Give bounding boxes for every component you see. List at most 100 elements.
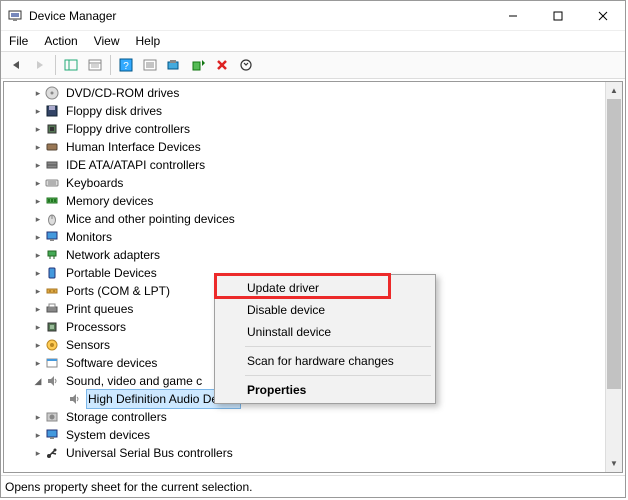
tree-node-label: Network adapters (64, 246, 162, 264)
usb-icon (44, 445, 60, 461)
tree-node-label: Sound, video and game c (64, 372, 204, 390)
chevron-right-icon[interactable]: ▸ (32, 354, 44, 372)
titlebar: Device Manager (1, 1, 625, 31)
tree-node[interactable]: ▸Memory devices (10, 192, 605, 210)
chevron-right-icon[interactable]: ▸ (32, 408, 44, 426)
floppy-icon (44, 103, 60, 119)
chevron-down-icon[interactable]: ◢ (32, 372, 44, 390)
menu-item-update-driver[interactable]: Update driver (217, 277, 433, 299)
scroll-down-button[interactable]: ▼ (606, 455, 622, 472)
tree-node-label: DVD/CD-ROM drives (64, 84, 181, 102)
menu-view[interactable]: View (94, 34, 120, 48)
menu-item-scan-hardware[interactable]: Scan for hardware changes (217, 350, 433, 372)
tree-node-label: IDE ATA/ATAPI controllers (64, 156, 207, 174)
tree-node-label: Universal Serial Bus controllers (64, 444, 235, 462)
menu-action[interactable]: Action (44, 34, 77, 48)
tree-node[interactable]: ▸ Mice and other pointing devices (10, 210, 605, 228)
menu-item-disable-device[interactable]: Disable device (217, 299, 433, 321)
chevron-right-icon[interactable]: ▸ (32, 318, 44, 336)
port-icon (44, 283, 60, 299)
close-button[interactable] (580, 1, 625, 30)
tree-node[interactable]: ▸ Human Interface Devices (10, 138, 605, 156)
menu-file[interactable]: File (9, 34, 28, 48)
tree-node[interactable]: ▸ Universal Serial Bus controllers (10, 444, 605, 462)
menubar: File Action View Help (1, 31, 625, 51)
vertical-scrollbar[interactable]: ▲ ▼ (605, 82, 622, 472)
disc-icon (44, 85, 60, 101)
tree-node[interactable]: ▸ System devices (10, 426, 605, 444)
tree-node-label: Monitors (64, 228, 114, 246)
update-driver-button[interactable] (187, 54, 209, 76)
menu-item-properties[interactable]: Properties (217, 379, 433, 401)
list-button[interactable] (139, 54, 161, 76)
chevron-right-icon[interactable]: ▸ (32, 192, 44, 210)
tree-node-label: Keyboards (64, 174, 125, 192)
chevron-right-icon[interactable]: ▸ (32, 120, 44, 138)
system-icon (44, 427, 60, 443)
ide-icon (44, 157, 60, 173)
chevron-right-icon[interactable]: ▸ (32, 264, 44, 282)
toolbar-separator (110, 55, 111, 75)
tree-node-label: Storage controllers (64, 408, 169, 426)
tree-node-label: Processors (64, 318, 128, 336)
tree-node[interactable]: ▸ Network adapters (10, 246, 605, 264)
tree-node-label: Ports (COM & LPT) (64, 282, 172, 300)
disable-button[interactable] (235, 54, 257, 76)
back-button[interactable] (5, 54, 27, 76)
maximize-button[interactable] (535, 1, 580, 30)
forward-button[interactable] (29, 54, 51, 76)
chevron-right-icon[interactable]: ▸ (32, 138, 44, 156)
chevron-right-icon[interactable]: ▸ (32, 228, 44, 246)
tree-node[interactable]: ▸ Storage controllers (10, 408, 605, 426)
sound-icon (66, 391, 82, 407)
tree-node[interactable]: ▸ Keyboards (10, 174, 605, 192)
chevron-right-icon[interactable]: ▸ (32, 426, 44, 444)
context-menu: Update driver Disable device Uninstall d… (214, 274, 436, 404)
show-hide-tree-button[interactable] (60, 54, 82, 76)
chevron-right-icon[interactable]: ▸ (32, 300, 44, 318)
menu-item-uninstall-device[interactable]: Uninstall device (217, 321, 433, 343)
cpu-icon (44, 319, 60, 335)
keyboard-icon (44, 175, 60, 191)
scroll-up-button[interactable]: ▲ (606, 82, 622, 99)
chevron-right-icon[interactable]: ▸ (32, 84, 44, 102)
memory-icon (44, 193, 60, 209)
tree-node-label: Software devices (64, 354, 159, 372)
tree-node[interactable]: ▸ Floppy disk drives (10, 102, 605, 120)
menu-separator (245, 346, 431, 347)
device-manager-window: Device Manager File Action View Help ? ▸… (0, 0, 626, 498)
sensor-icon (44, 337, 60, 353)
chevron-right-icon[interactable]: ▸ (32, 156, 44, 174)
tree-node[interactable]: ▸ Floppy drive controllers (10, 120, 605, 138)
storage-icon (44, 409, 60, 425)
menu-help[interactable]: Help (136, 34, 161, 48)
svg-text:?: ? (123, 61, 129, 72)
chevron-right-icon[interactable]: ▸ (32, 336, 44, 354)
minimize-button[interactable] (490, 1, 535, 30)
tree-node-label: System devices (64, 426, 152, 444)
printer-icon (44, 301, 60, 317)
tree-node[interactable]: ▸ DVD/CD-ROM drives (10, 84, 605, 102)
chevron-right-icon[interactable]: ▸ (32, 102, 44, 120)
tree-node-label: Human Interface Devices (64, 138, 203, 156)
toolbar: ? (1, 51, 625, 79)
tree-node-label: Sensors (64, 336, 112, 354)
tree-node-label: Portable Devices (64, 264, 159, 282)
chevron-right-icon[interactable]: ▸ (32, 174, 44, 192)
chevron-right-icon[interactable]: ▸ (32, 282, 44, 300)
scan-hardware-button[interactable] (163, 54, 185, 76)
scroll-thumb[interactable] (607, 99, 621, 389)
tree-node[interactable]: ▸ Monitors (10, 228, 605, 246)
tree-node-label: Mice and other pointing devices (64, 210, 237, 228)
chevron-right-icon[interactable]: ▸ (32, 210, 44, 228)
hid-icon (44, 139, 60, 155)
chevron-right-icon[interactable]: ▸ (32, 444, 44, 462)
tree-node-label: Floppy drive controllers (64, 120, 192, 138)
properties-button[interactable] (84, 54, 106, 76)
uninstall-button[interactable] (211, 54, 233, 76)
tree-node-label: Floppy disk drives (64, 102, 164, 120)
help-button[interactable]: ? (115, 54, 137, 76)
tree-node[interactable]: ▸ IDE ATA/ATAPI controllers (10, 156, 605, 174)
chip-icon (44, 121, 60, 137)
chevron-right-icon[interactable]: ▸ (32, 246, 44, 264)
